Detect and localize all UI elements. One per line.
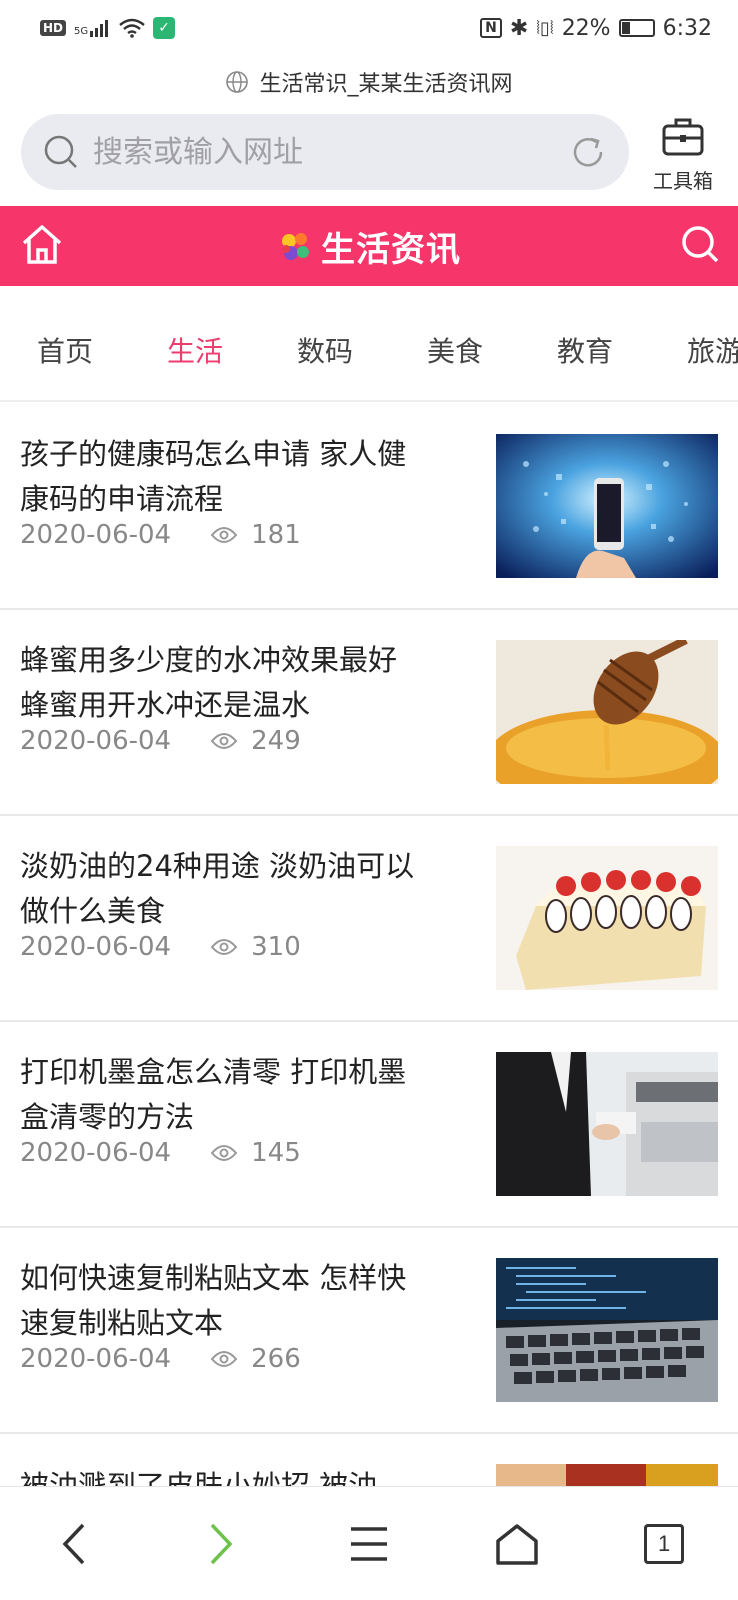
article-item[interactable]: 如何快速复制粘贴文本 怎样快速复制粘贴文本 2020-06-04 266	[0, 1228, 738, 1434]
search-icon	[44, 135, 77, 168]
tab-education[interactable]: 教育	[520, 330, 650, 370]
browser-bottom-nav: 1	[0, 1486, 738, 1600]
vibrate-icon: ⦚▯⦚	[536, 17, 554, 39]
eye-icon	[211, 1351, 238, 1367]
signal-icon: 5G	[74, 19, 111, 37]
category-tabs: 首页 生活 数码 美食 教育 旅游	[0, 300, 738, 402]
eye-icon	[211, 1145, 238, 1161]
bluetooth-icon: ✱	[509, 15, 529, 41]
tab-count-icon: 1	[644, 1523, 685, 1564]
hd-badge: HD	[40, 20, 67, 36]
article-title[interactable]: 如何快速复制粘贴文本 怎样快速复制粘贴文本	[20, 1256, 430, 1346]
home-link-button[interactable]	[20, 222, 64, 270]
eye-icon	[211, 527, 238, 543]
article-item[interactable]: 蜂蜜用多少度的水冲效果最好 蜂蜜用开水冲还是温水 2020-06-04 249	[0, 610, 738, 816]
site-brand-text: 生活资讯	[321, 229, 461, 270]
search-icon	[682, 226, 719, 263]
battery-icon	[618, 19, 655, 37]
article-item[interactable]: 孩子的健康码怎么申请 家人健康码的申请流程 2020-06-04 181	[0, 404, 738, 610]
article-views: 266	[251, 1344, 301, 1374]
forward-button[interactable]	[181, 1504, 261, 1584]
article-meta: 2020-06-04 266	[20, 1344, 301, 1374]
office-printer-image[interactable]	[496, 1052, 718, 1196]
article-views: 310	[251, 932, 301, 962]
article-date: 2020-06-04	[20, 1138, 172, 1168]
site-search-button[interactable]	[680, 224, 720, 268]
article-views: 145	[251, 1138, 301, 1168]
home-icon	[22, 225, 62, 264]
page-title: 生活常识_某某生活资讯网	[0, 62, 738, 102]
article-date: 2020-06-04	[20, 932, 172, 962]
site-logo[interactable]: 生活资讯	[277, 222, 461, 271]
clock: 6:32	[662, 15, 712, 41]
article-meta: 2020-06-04 145	[20, 1138, 301, 1168]
article-item[interactable]: 淡奶油的24种用途 淡奶油可以做什么美食 2020-06-04 310	[0, 816, 738, 1022]
tab-food[interactable]: 美食	[390, 330, 520, 370]
tab-home[interactable]: 首页	[0, 330, 130, 370]
home-button[interactable]	[477, 1504, 557, 1584]
article-title[interactable]: 孩子的健康码怎么申请 家人健康码的申请流程	[20, 432, 430, 522]
page-title-text: 生活常识_某某生活资讯网	[259, 72, 513, 97]
article-views: 249	[251, 726, 301, 756]
article-meta: 2020-06-04 181	[20, 520, 301, 550]
article-item[interactable]: 打印机墨盒怎么清零 打印机墨盒清零的方法 2020-06-04 145	[0, 1022, 738, 1228]
article-date: 2020-06-04	[20, 520, 172, 550]
home-icon	[495, 1523, 538, 1565]
nfc-icon: N	[480, 18, 502, 38]
url-input[interactable]	[93, 134, 569, 170]
tab-travel[interactable]: 旅游	[650, 330, 738, 370]
laptop-keyboard-image[interactable]	[496, 1258, 718, 1402]
refresh-icon[interactable]	[569, 133, 607, 171]
article-date: 2020-06-04	[20, 726, 172, 756]
globe-icon	[226, 71, 249, 93]
tab-life[interactable]: 生活	[130, 330, 260, 370]
article-date: 2020-06-04	[20, 1344, 172, 1374]
toolbox-label: 工具箱	[653, 169, 713, 193]
article-title[interactable]: 蜂蜜用多少度的水冲效果最好 蜂蜜用开水冲还是温水	[20, 638, 430, 728]
chevron-right-icon	[211, 1523, 233, 1564]
toolbox-button[interactable]: 工具箱	[643, 114, 723, 194]
tab-digital[interactable]: 数码	[260, 330, 390, 370]
article-meta: 2020-06-04 249	[20, 726, 301, 756]
status-bar: HD 5G ✓ N ✱ ⦚▯⦚ 22% 6:32	[0, 0, 738, 56]
article-views: 181	[251, 520, 301, 550]
article-item[interactable]: 被油溅到了皮肤小妙招 被油	[0, 1434, 738, 1494]
security-shield-icon: ✓	[153, 17, 176, 39]
logo-icon	[282, 233, 309, 260]
article-list: 孩子的健康码怎么申请 家人健康码的申请流程 2020-06-04 181 蜂蜜用…	[0, 404, 738, 1494]
honey-dipper-image[interactable]	[496, 640, 718, 784]
wifi-icon	[119, 18, 145, 38]
site-header: 生活资讯	[0, 206, 738, 286]
eye-icon	[211, 939, 238, 955]
eye-icon	[211, 733, 238, 749]
tabs-button[interactable]: 1	[624, 1504, 704, 1584]
article-meta: 2020-06-04 310	[20, 932, 301, 962]
article-title[interactable]: 淡奶油的24种用途 淡奶油可以做什么美食	[20, 844, 430, 934]
menu-button[interactable]	[329, 1504, 409, 1584]
phone-digital-image[interactable]	[496, 434, 718, 578]
article-title[interactable]: 打印机墨盒怎么清零 打印机墨盒清零的方法	[20, 1050, 430, 1140]
strawberry-cake-image[interactable]	[496, 846, 718, 990]
menu-icon	[350, 1526, 387, 1561]
address-bar[interactable]	[21, 114, 629, 190]
chevron-left-icon	[62, 1523, 85, 1564]
back-button[interactable]	[34, 1504, 114, 1584]
battery-percent: 22%	[561, 15, 611, 41]
toolbox-icon	[662, 118, 704, 156]
